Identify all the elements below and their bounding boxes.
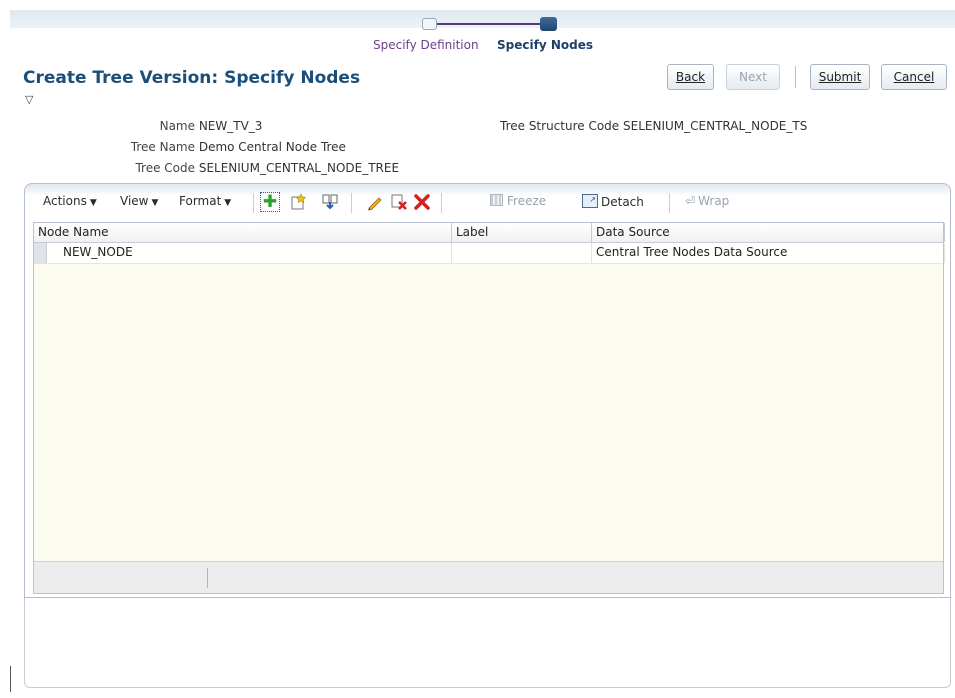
train-stop-specify-nodes (540, 17, 557, 31)
freeze-icon (490, 194, 503, 206)
bottom-region (24, 598, 951, 688)
wrap-button[interactable]: ⏎ Wrap (685, 194, 729, 208)
add-icon[interactable] (260, 192, 280, 212)
actions-menu[interactable]: Actions ▼ (43, 194, 97, 208)
format-menu[interactable]: Format ▼ (179, 194, 231, 208)
table-toolbar: Actions▼ View▼ Format▼ Freeze ↗Detach (25, 190, 950, 216)
cell-node-name[interactable]: NEW_NODE (34, 243, 452, 263)
footer-separator (207, 568, 208, 588)
table-header: Node Name Label Data Source (34, 223, 945, 243)
view-menu[interactable]: View ▼ (120, 194, 158, 208)
row-selector[interactable] (34, 243, 47, 263)
chevron-down-icon: ▼ (224, 198, 232, 208)
remove-icon[interactable] (389, 192, 409, 212)
cancel-button[interactable]: Cancel (881, 64, 947, 90)
tree-name-label: Tree Name (130, 140, 195, 154)
nodes-table: Node Name Label Data Source NEW_NODE Cen… (33, 222, 945, 594)
tree-code-label: Tree Code (135, 161, 195, 175)
name-value: NEW_TV_3 (198, 119, 263, 133)
train-label-specify-definition[interactable]: Specify Definition (373, 38, 479, 52)
tree-code-field: Tree Code SELENIUM_CENTRAL_NODE_TREE (60, 161, 399, 175)
disclosure-triangle-icon[interactable]: ▽ (25, 93, 33, 106)
column-header-node-name[interactable]: Node Name (34, 223, 452, 242)
table-footer (34, 561, 943, 593)
toolbar-separator (253, 193, 254, 213)
next-button[interactable]: Next (726, 64, 780, 90)
name-field: Name NEW_TV_3 (60, 119, 263, 133)
detach-button[interactable]: ↗ Detach (582, 194, 644, 209)
freeze-button[interactable]: Freeze (490, 194, 546, 208)
column-header-data-source[interactable]: Data Source (592, 223, 945, 242)
tree-structure-code-value: SELENIUM_CENTRAL_NODE_TS (623, 119, 808, 133)
column-header-label[interactable]: Label (452, 223, 592, 242)
text-cursor (10, 666, 11, 692)
toolbar-separator (441, 193, 442, 213)
chevron-down-icon: ▼ (89, 198, 97, 208)
train-stop-specify-definition[interactable] (422, 18, 437, 30)
name-label: Name (159, 119, 195, 133)
create-child-icon[interactable] (289, 192, 309, 212)
train-label-specify-nodes: Specify Nodes (497, 38, 593, 52)
table-row[interactable]: NEW_NODE Central Tree Nodes Data Source (34, 243, 945, 264)
detach-icon: ↗ (582, 194, 598, 208)
page-title: Create Tree Version: Specify Nodes (23, 68, 361, 88)
chevron-down-icon: ▼ (151, 198, 159, 208)
toolbar-separator (351, 193, 352, 213)
import-icon[interactable] (320, 192, 340, 212)
wrap-icon: ⏎ (685, 194, 696, 208)
toolbar-separator (669, 193, 670, 213)
tree-name-value: Demo Central Node Tree (198, 140, 346, 154)
node-name-value: NEW_NODE (63, 245, 133, 259)
cell-label[interactable] (452, 243, 592, 263)
back-button[interactable]: Back (667, 64, 714, 90)
submit-button[interactable]: Submit (810, 64, 870, 90)
train-band (10, 10, 955, 28)
tree-structure-code-field: Tree Structure Code SELENIUM_CENTRAL_NOD… (500, 119, 807, 133)
tree-code-value: SELENIUM_CENTRAL_NODE_TREE (198, 161, 400, 175)
nodes-panel: Actions▼ View▼ Format▼ Freeze ↗Detach (24, 183, 951, 598)
button-separator (795, 66, 796, 88)
edit-icon[interactable] (365, 192, 385, 212)
tree-name-field: Tree Name Demo Central Node Tree (60, 140, 346, 154)
tree-structure-code-label: Tree Structure Code (500, 119, 620, 133)
train-connector (437, 23, 540, 25)
cell-data-source[interactable]: Central Tree Nodes Data Source (592, 243, 945, 263)
delete-icon[interactable] (412, 192, 432, 212)
